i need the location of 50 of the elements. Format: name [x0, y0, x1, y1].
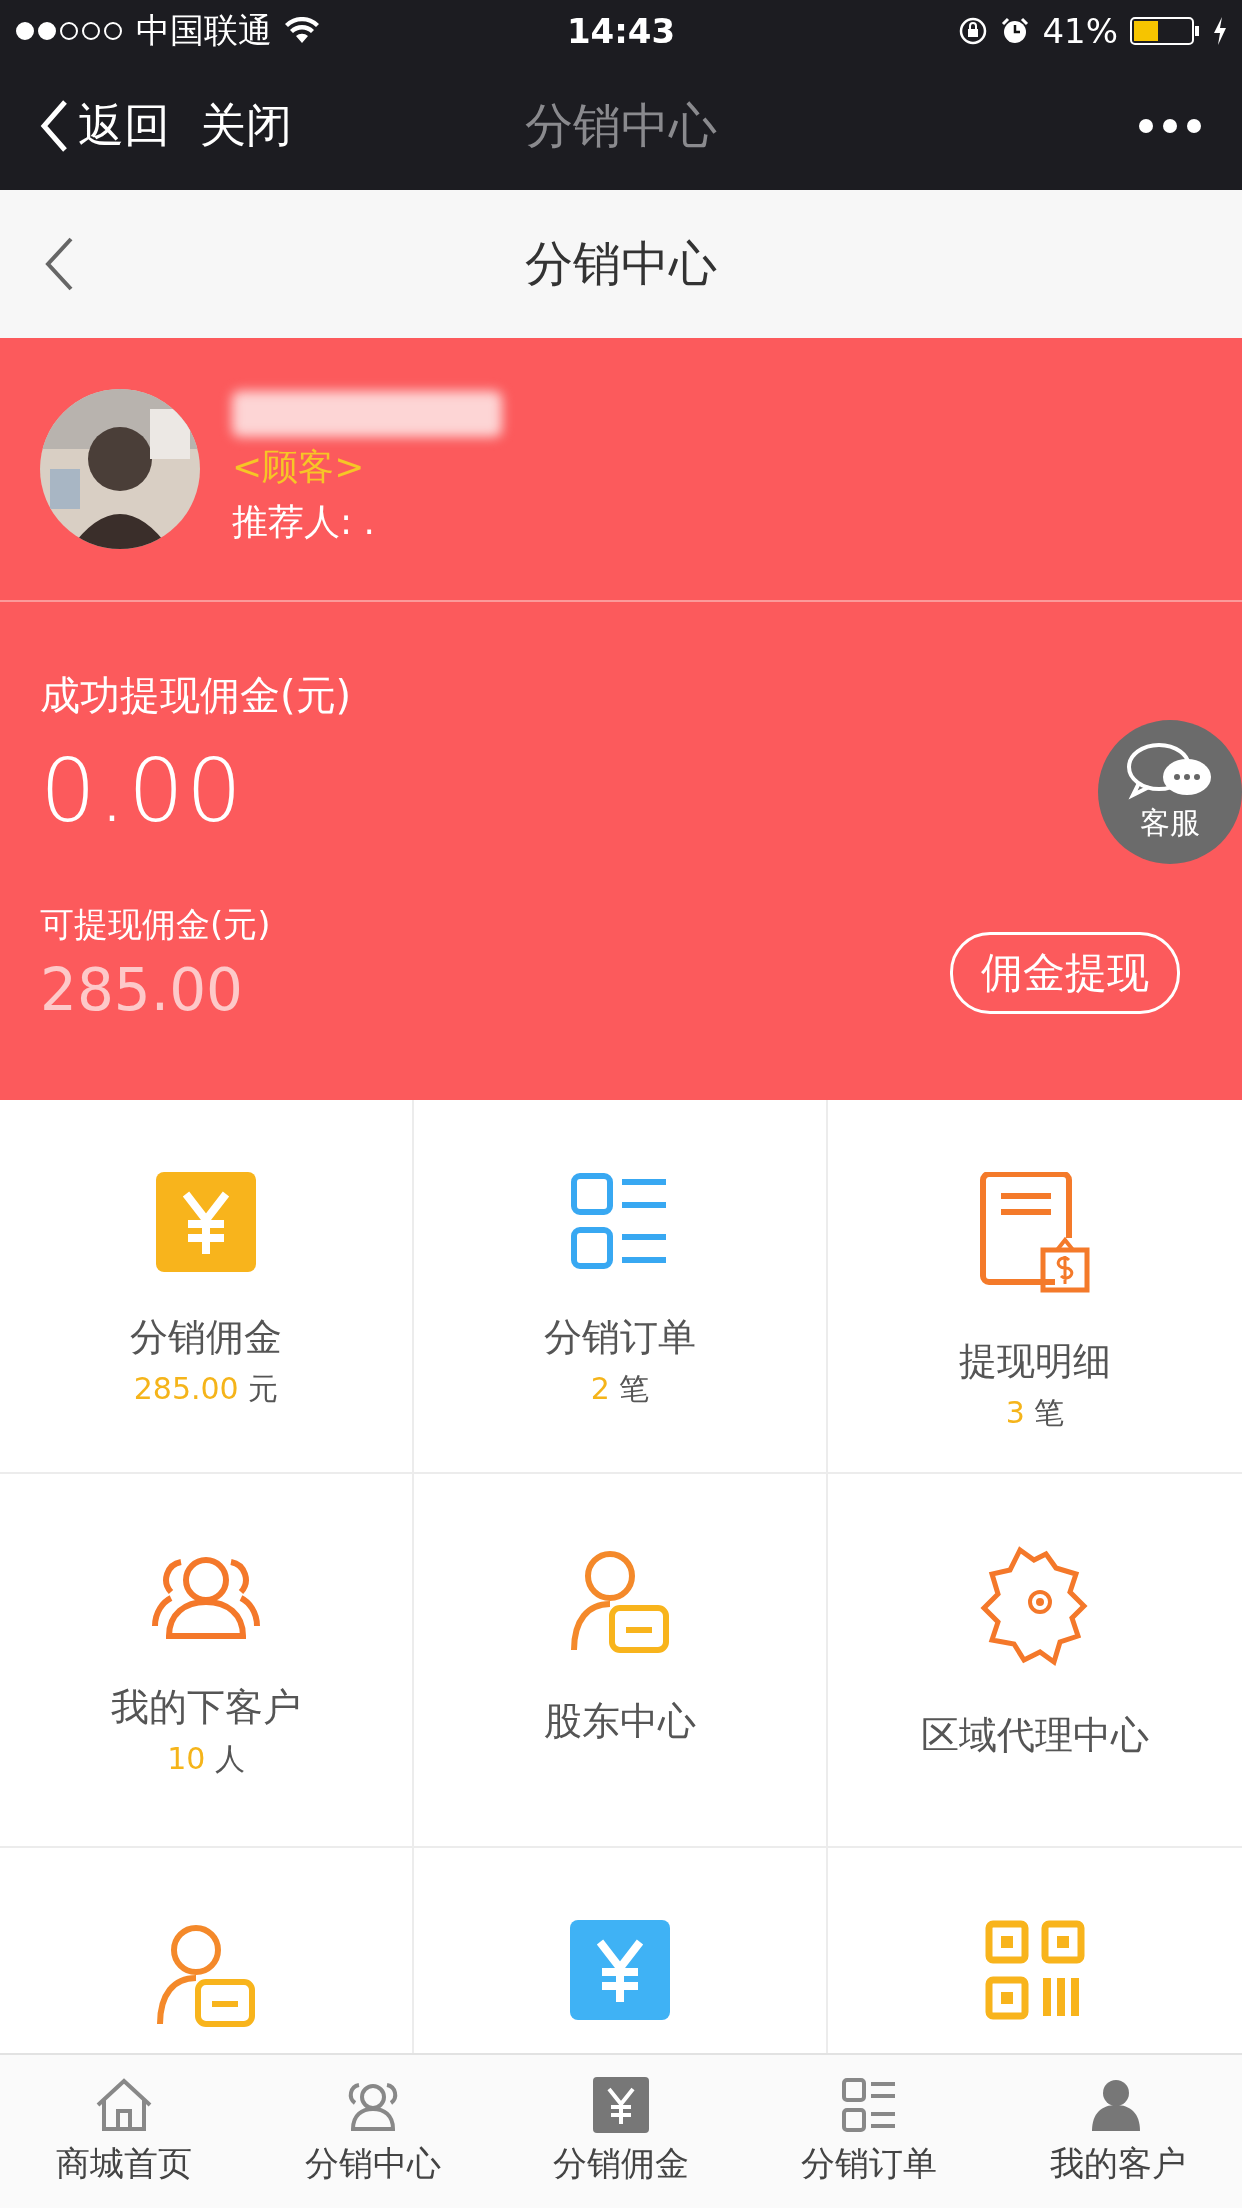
available-label: 可提现佣金(元)	[40, 903, 271, 946]
carrier: 中国联通	[136, 9, 272, 52]
customer-role: <顾客>	[232, 445, 366, 489]
wifi-icon	[284, 17, 320, 45]
available-amount: 285.00	[40, 956, 244, 1024]
back-icon[interactable]	[44, 236, 74, 292]
tile-count: 285.00 元	[133, 1370, 279, 1408]
close-button[interactable]: 关闭	[200, 95, 292, 157]
withdrawn-label: 成功提现佣金(元)	[40, 671, 352, 720]
bill-icon	[977, 1172, 1093, 1296]
alarm-icon	[1000, 16, 1031, 46]
list-icon	[841, 2076, 898, 2133]
tile-label: 我的下客户	[111, 1684, 301, 1731]
tab-bar-item[interactable]: 分销订单	[745, 2055, 994, 2208]
back-button[interactable]: 返回	[40, 95, 170, 157]
menu-tile[interactable]: 股东中心	[414, 1474, 828, 1848]
tile-label: 区域代理中心	[921, 1712, 1149, 1759]
customer-service-button[interactable]: 客服	[1098, 720, 1242, 864]
tab-bar-item[interactable]: 分销中心	[248, 2055, 497, 2208]
rotation-lock-icon	[958, 16, 989, 46]
tile-label: 分销佣金	[130, 1314, 282, 1361]
menu-tile[interactable]: 我的下客户 10 人	[0, 1474, 414, 1848]
clock: 14:43	[566, 11, 676, 51]
page-title: 分销中心	[525, 234, 717, 293]
tile-count: 2 笔	[590, 1370, 650, 1408]
tab-bar-item[interactable]: 商城首页	[0, 2055, 249, 2208]
battery-percent: 41%	[1042, 11, 1118, 51]
menu-tile[interactable]: 区域代理中心	[828, 1474, 1242, 1848]
referrer: 推荐人: .	[232, 500, 376, 544]
tab-bar-item[interactable]: 分销佣金	[496, 2055, 746, 2208]
signal-icon	[14, 20, 124, 42]
menu-tile[interactable]: 分销佣金 285.00 元	[0, 1100, 414, 1474]
tile-count: 10 人	[167, 1740, 245, 1778]
menu-tile[interactable]: 提现明细 3 笔	[828, 1100, 1242, 1474]
tile-label: 股东中心	[544, 1698, 696, 1745]
yuan-icon	[593, 2076, 649, 2133]
nav-title: 分销中心	[525, 96, 717, 155]
tile-count: 3 笔	[1005, 1394, 1065, 1432]
qr-code-icon	[985, 1920, 1085, 2020]
back-icon	[40, 99, 68, 153]
more-icon[interactable]	[1138, 118, 1202, 134]
withdrawn-amount: 0.00	[40, 739, 244, 842]
tile-label: 提现明细	[959, 1338, 1111, 1385]
yuan-icon	[570, 1920, 670, 2020]
battery-icon	[1130, 16, 1200, 46]
tab-bar-item[interactable]: 我的客户	[993, 2055, 1242, 2208]
tile-label: 分销订单	[544, 1314, 696, 1361]
yuan-icon	[156, 1172, 256, 1272]
menu-tile[interactable]: 分销订单 2 笔	[414, 1100, 828, 1474]
charging-icon	[1212, 16, 1228, 46]
